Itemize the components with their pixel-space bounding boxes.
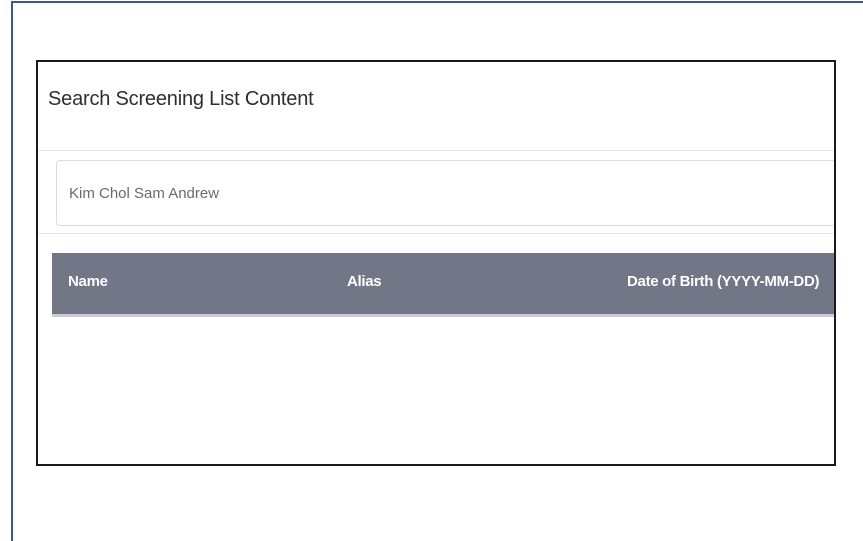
screening-search-panel: Search Screening List Content Name Alias… xyxy=(36,60,836,466)
search-divider xyxy=(38,233,834,234)
column-header-name[interactable]: Name xyxy=(68,273,108,290)
title-divider xyxy=(38,150,834,151)
results-table-header: Name Alias Date of Birth (YYYY-MM-DD) xyxy=(52,253,834,317)
panel-title: Search Screening List Content xyxy=(48,88,314,110)
column-header-alias[interactable]: Alias xyxy=(347,273,382,290)
search-box[interactable] xyxy=(56,160,834,226)
column-header-date-of-birth[interactable]: Date of Birth (YYYY-MM-DD) xyxy=(627,273,820,290)
search-input[interactable] xyxy=(69,181,769,205)
